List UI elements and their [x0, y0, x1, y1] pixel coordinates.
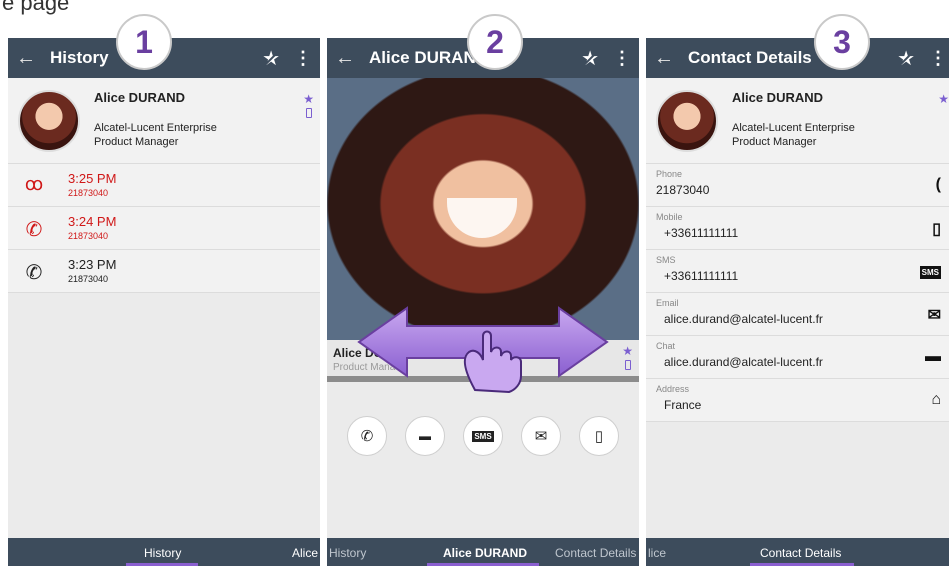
history-time: 3:24 PM	[68, 214, 117, 229]
email-icon: ✉	[534, 428, 548, 445]
contact-photo	[327, 78, 639, 340]
screen-title: Contact Details	[688, 48, 812, 67]
contact-company: Alcatel-Lucent Enterprise	[732, 122, 855, 134]
avatar	[656, 90, 718, 152]
detail-phone[interactable]: Phone 21873040 (	[646, 164, 949, 207]
contact-name: Alice DURAND	[94, 90, 186, 105]
sms-icon: SMS	[472, 430, 494, 442]
contact-role: Product Manager	[732, 136, 817, 148]
history-time: 3:23 PM	[68, 257, 117, 272]
history-item[interactable]: ꝏ 3:25 PM 21873040	[8, 164, 320, 207]
step-badge: 1	[116, 14, 172, 70]
tab-contact-details[interactable]: Contact Details	[555, 546, 636, 560]
app-bar: ← Contact Details ★ ⋮	[646, 38, 949, 78]
history-number: 21873040	[68, 231, 109, 241]
chat-icon: ▬	[419, 429, 431, 443]
favorite-toggle-icon[interactable]: ★	[581, 46, 599, 71]
quick-actions: ✆ ▬ SMS ✉ ▯	[347, 416, 619, 456]
contact-header: Alice DURAND Alcatel-Lucent Enterprise P…	[8, 78, 320, 164]
detail-sms[interactable]: SMS +33611111111 SMS	[646, 250, 949, 293]
incoming-call-icon: ✆	[25, 262, 43, 284]
detail-label: Email	[656, 298, 679, 308]
sms-button[interactable]: SMS	[463, 416, 503, 456]
page-caption: e page	[2, 0, 70, 15]
contact-name: Alice DURAND	[732, 90, 824, 105]
detail-value: +33611111111	[664, 226, 739, 240]
chat-icon[interactable]: ▬	[925, 348, 941, 366]
history-number: 21873040	[68, 274, 109, 284]
tab-contact[interactable]: lice	[648, 546, 666, 560]
favorite-star-icon: ★	[303, 92, 314, 106]
mobile-icon[interactable]: ▯	[932, 219, 941, 239]
history-time: 3:25 PM	[68, 171, 117, 186]
call-button[interactable]: ✆	[347, 416, 387, 456]
mobile-icon: ▯	[594, 428, 604, 445]
overflow-menu-icon[interactable]: ⋮	[613, 48, 631, 69]
phone-icon: ✆	[360, 428, 374, 445]
photo-smile	[447, 198, 517, 238]
tab-contact[interactable]: Alice	[292, 546, 318, 560]
favorite-toggle-icon[interactable]: ★	[262, 46, 280, 71]
contact-company: Alcatel-Lucent Enterprise	[94, 122, 217, 134]
swipe-gesture-icon	[357, 306, 609, 394]
screen-title: Alice DURAN	[369, 48, 476, 67]
detail-value: +33611111111	[664, 269, 739, 283]
overflow-menu-icon[interactable]: ⋮	[929, 48, 947, 69]
contact-role: Product Manager	[94, 136, 179, 148]
contact-screen: ← Alice DURAN ★ ⋮ 2 Alice DU Product Man…	[327, 14, 639, 566]
tab-bar: History Alice	[8, 538, 320, 566]
favorite-toggle-icon[interactable]: ★	[897, 46, 915, 71]
mobile-icon	[625, 360, 631, 370]
contact-details-screen: ← Contact Details ★ ⋮ 3 Alice DURAND Alc…	[646, 14, 949, 566]
back-arrow-icon[interactable]: ←	[327, 47, 363, 70]
tab-contact[interactable]: Alice DURAND	[443, 546, 527, 560]
detail-email[interactable]: Email alice.durand@alcatel-lucent.fr ✉	[646, 293, 949, 336]
avatar	[18, 90, 80, 152]
email-button[interactable]: ✉	[521, 416, 561, 456]
home-icon[interactable]: ⌂	[931, 391, 941, 409]
sms-icon[interactable]: SMS	[919, 266, 941, 279]
contact-header: Alice DURAND Alcatel-Lucent Enterprise P…	[646, 78, 949, 164]
detail-label: Chat	[656, 341, 676, 351]
screen-title: History	[50, 48, 109, 67]
tab-contact-details[interactable]: Contact Details	[760, 546, 841, 560]
mobile-icon	[306, 108, 312, 118]
voicemail-icon: ꝏ	[24, 174, 44, 194]
detail-chat[interactable]: Chat alice.durand@alcatel-lucent.fr ▬	[646, 336, 949, 379]
tab-bar: History Alice DURAND Contact Details	[327, 538, 639, 566]
tab-history[interactable]: History	[329, 546, 366, 560]
detail-label: SMS	[656, 255, 676, 265]
missed-call-icon: ✆	[25, 219, 43, 241]
detail-label: Phone	[656, 169, 683, 179]
step-badge: 2	[467, 14, 523, 70]
favorite-star-icon: ★	[938, 92, 949, 106]
detail-value: France	[664, 398, 702, 412]
back-arrow-icon[interactable]: ←	[646, 47, 682, 70]
detail-value: alice.durand@alcatel-lucent.fr	[664, 355, 823, 369]
overflow-menu-icon[interactable]: ⋮	[294, 48, 312, 69]
detail-label: Address	[656, 384, 690, 394]
history-number: 21873040	[68, 188, 109, 198]
history-item[interactable]: ✆ 3:23 PM 21873040	[8, 250, 320, 293]
chat-button[interactable]: ▬	[405, 416, 445, 456]
detail-mobile[interactable]: Mobile +33611111111 ▯	[646, 207, 949, 250]
tab-history[interactable]: History	[144, 546, 181, 560]
mobile-button[interactable]: ▯	[579, 416, 619, 456]
detail-value: 21873040	[656, 183, 710, 197]
detail-address[interactable]: Address France ⌂	[646, 379, 949, 422]
favorite-star-icon: ★	[622, 344, 633, 358]
step-badge: 3	[814, 14, 870, 70]
email-icon[interactable]: ✉	[928, 305, 941, 325]
history-screen: ← History ★ ⋮ 1 Alice DURAND Alcatel-Luc…	[8, 14, 320, 566]
phone-icon[interactable]: (	[936, 176, 941, 194]
back-arrow-icon[interactable]: ←	[8, 47, 44, 70]
history-item[interactable]: ✆ 3:24 PM 21873040	[8, 207, 320, 250]
tab-bar: lice Contact Details	[646, 538, 949, 566]
detail-value: alice.durand@alcatel-lucent.fr	[664, 312, 823, 326]
detail-label: Mobile	[656, 212, 683, 222]
